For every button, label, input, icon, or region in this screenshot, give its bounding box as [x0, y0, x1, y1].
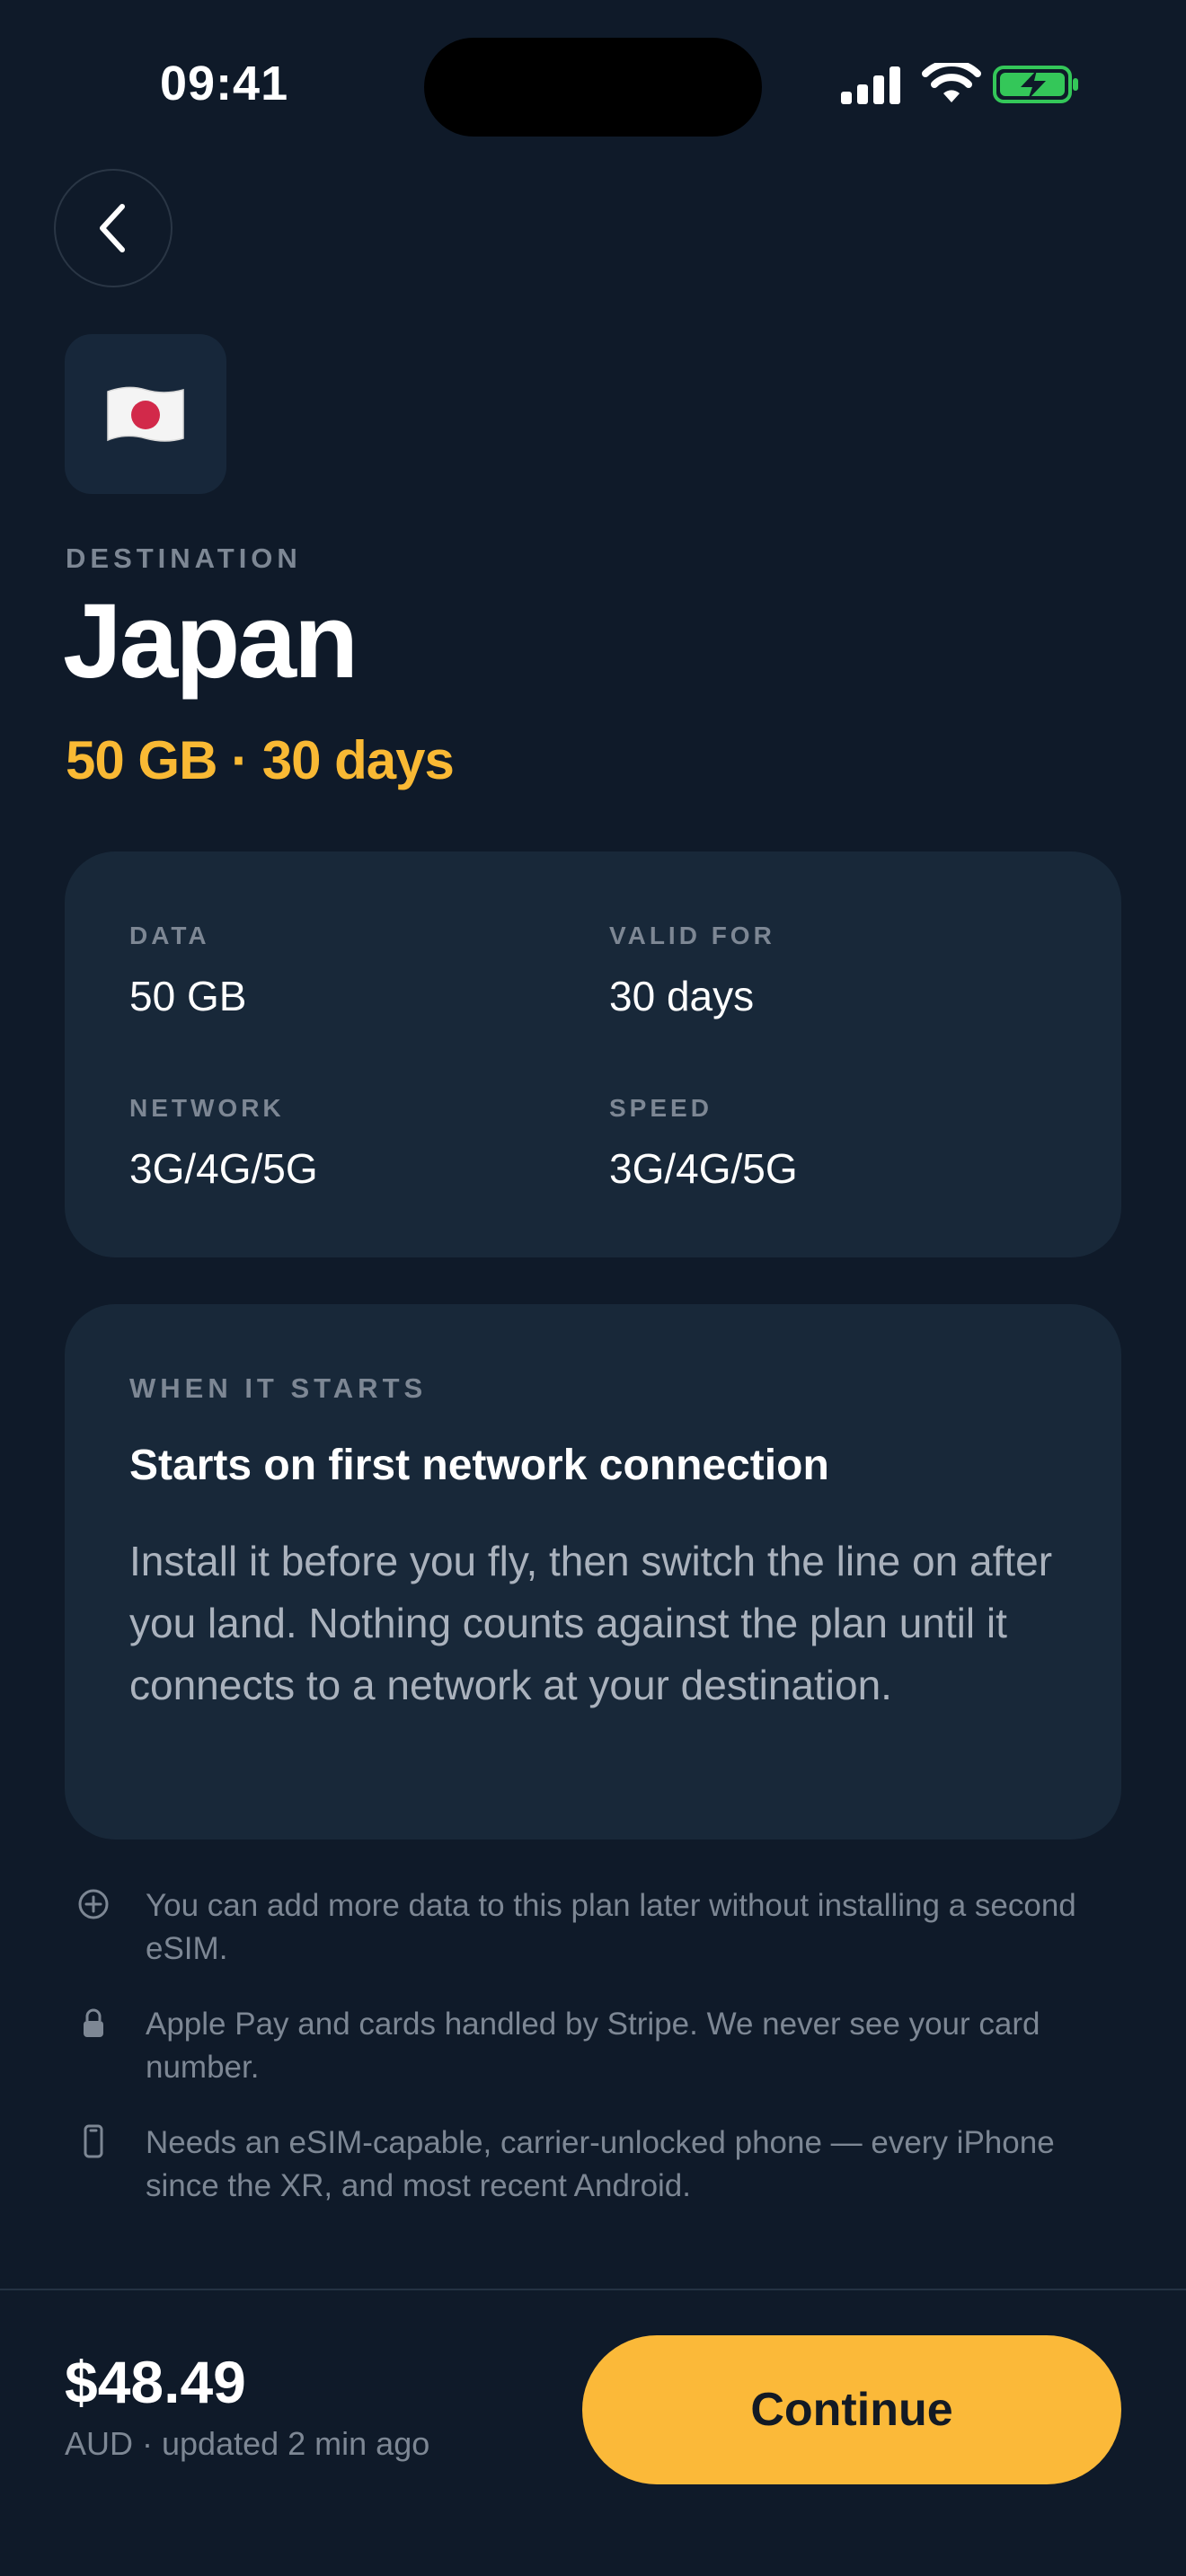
spec-key: VALID FOR [609, 922, 775, 949]
activation-info-card: WHEN IT STARTS Starts on first network c… [65, 1304, 1121, 1839]
spec-key: SPEED [609, 1094, 712, 1122]
price-note: AUD · updated 2 min ago [65, 2425, 430, 2462]
country-name: Japan [63, 582, 358, 701]
spec-valid-for: VALID FOR 30 days [609, 922, 775, 1020]
dynamic-island [424, 38, 762, 137]
battery-charging-icon [993, 66, 1078, 103]
activation-title: Starts on first network connection [129, 1442, 829, 1489]
spec-value: 3G/4G/5G [129, 1145, 318, 1192]
lock-icon [84, 2008, 103, 2037]
spec-value: 30 days [609, 973, 755, 1019]
price: $48.49 [65, 2349, 246, 2415]
country-flag-tile [65, 334, 226, 494]
plus-circle-icon [78, 1889, 109, 1919]
note-text: You can add more data to this plan later… [146, 1888, 1076, 1966]
wifi-icon [922, 63, 981, 102]
spec-key: NETWORK [129, 1094, 285, 1122]
back-button[interactable] [54, 169, 173, 287]
plan-summary: 50 GB · 30 days [66, 730, 455, 790]
chevron-left-icon [100, 204, 125, 252]
spec-data: DATA 50 GB [129, 922, 246, 1020]
spec-value: 3G/4G/5G [609, 1145, 798, 1192]
activation-body: Install it before you fly, then switch t… [129, 1538, 1053, 1708]
cellular-signal-icon [841, 66, 900, 104]
spec-speed: SPEED 3G/4G/5G [609, 1094, 798, 1193]
spec-value: 50 GB [129, 973, 247, 1019]
plan-specs-card: DATA 50 GB VALID FOR 30 days NETWORK 3G/… [65, 851, 1121, 1257]
destination-label: DESTINATION [66, 543, 302, 574]
japan-flag-icon [107, 386, 184, 442]
note-text: Needs an eSIM-capable, carrier-unlocked … [146, 2125, 1055, 2203]
note-text: Apple Pay and cards handled by Stripe. W… [146, 2007, 1040, 2085]
plan-detail-screen: 09:41 DESTINATION Japan 50 GB · 30 days … [0, 0, 1186, 2576]
checkout-footer: $48.49 AUD · updated 2 min ago Continue [0, 2289, 1186, 2576]
spec-network: NETWORK 3G/4G/5G [129, 1094, 318, 1193]
phone-icon [84, 2124, 103, 2158]
activation-label: WHEN IT STARTS [129, 1372, 428, 1404]
status-time: 09:41 [160, 57, 289, 110]
continue-button[interactable]: Continue [582, 2335, 1121, 2484]
spec-key: DATA [129, 922, 210, 949]
